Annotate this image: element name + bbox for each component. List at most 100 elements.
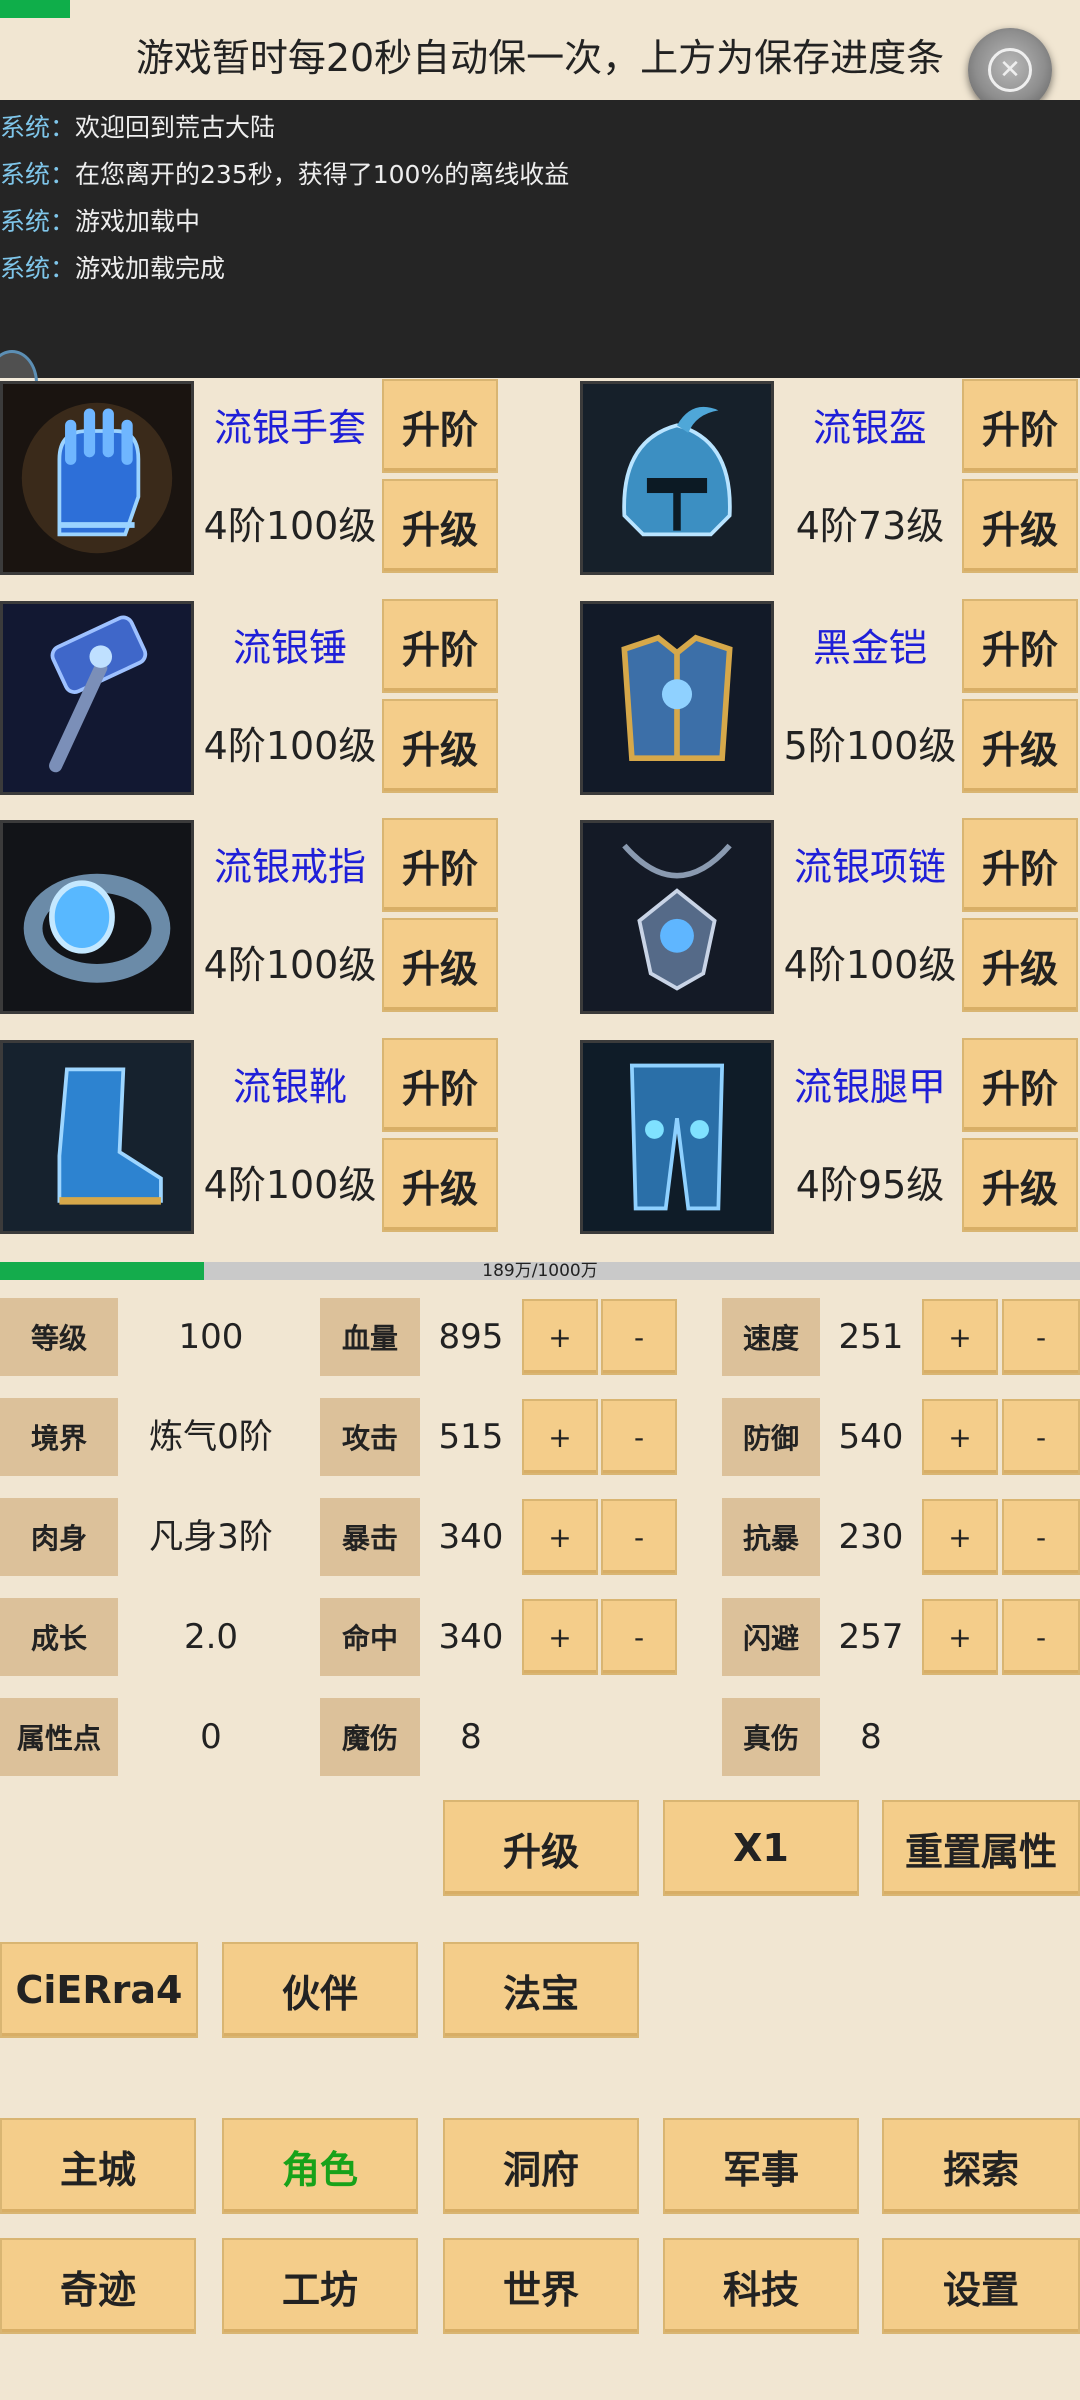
equipment-name: 黑金铠 [812,626,927,670]
equipment-level: 5阶100级 [783,724,957,768]
nav-row2-item-1[interactable]: 工坊 [222,2238,418,2334]
stat-label: 抗暴 [722,1498,820,1576]
helmet-icon[interactable] [580,381,774,575]
equipment-level: 4阶100级 [203,724,377,768]
nav-row2-item-3[interactable]: 科技 [663,2238,859,2334]
log-line: 系统：欢迎回到荒古大陆 [0,113,276,142]
equipment-name: 流银手套 [213,406,366,450]
boots-icon[interactable] [0,1040,194,1234]
log-line: 系统：在您离开的235秒，获得了100%的离线收益 [0,160,570,189]
increase-button[interactable]: + [922,1299,998,1375]
nav-row1-item-0[interactable]: 主城 [0,2118,196,2214]
reset-attributes-button[interactable]: 重置属性 [882,1800,1080,1896]
stat-value: 895 [438,1317,504,1357]
stat-label: 魔伤 [320,1698,420,1776]
decrease-button[interactable]: - [601,1599,677,1675]
nav-row2-item-4[interactable]: 设置 [882,2238,1080,2334]
stat-value: 257 [838,1617,904,1657]
decrease-button[interactable]: - [601,1399,677,1475]
upgrade-level-button[interactable]: 升级 [962,699,1078,793]
upgrade-button[interactable]: 升级 [443,1800,639,1896]
stat-value: 340 [438,1617,504,1657]
stat-label: 防御 [722,1398,820,1476]
decrease-button[interactable]: - [1002,1499,1080,1575]
stat-label: 成长 [0,1598,118,1676]
equipment-level: 4阶100级 [203,943,377,987]
stat-value: 340 [438,1517,504,1557]
nav-row1-item-1[interactable]: 角色 [222,2118,418,2214]
nav-row2-item-2[interactable]: 世界 [443,2238,639,2334]
stat-value: 炼气0阶 [149,1417,273,1457]
save-progress-bar [0,0,71,18]
upgrade-level-button[interactable]: 升级 [382,918,498,1012]
upgrade-level-button[interactable]: 升级 [382,479,498,573]
stat-value: 2.0 [183,1617,239,1657]
increase-button[interactable]: + [922,1499,998,1575]
upgrade-level-button[interactable]: 升级 [962,479,1078,573]
advance-button[interactable]: 升阶 [382,1038,498,1132]
nav-row1-item-4[interactable]: 探索 [882,2118,1080,2214]
increase-button[interactable]: + [522,1299,598,1375]
upgrade-level-button[interactable]: 升级 [962,918,1078,1012]
nav-row1-item-3[interactable]: 军事 [663,2118,859,2214]
leggings-icon[interactable] [580,1040,774,1234]
stat-value: 540 [838,1417,904,1457]
equipment-name: 流银锤 [232,626,347,670]
stat-value: 230 [838,1517,904,1557]
advance-button[interactable]: 升阶 [962,599,1078,693]
ring-icon[interactable] [0,820,194,1014]
increase-button[interactable]: + [522,1499,598,1575]
stat-label: 命中 [320,1598,420,1676]
stat-value: 251 [838,1317,904,1357]
equipment-level: 4阶100级 [203,1163,377,1207]
advance-button[interactable]: 升阶 [382,599,498,693]
advance-button[interactable]: 升阶 [962,818,1078,912]
experience-text: 189万/1000万 [482,1261,598,1281]
advance-button[interactable]: 升阶 [962,379,1078,473]
decrease-button[interactable]: - [1002,1299,1080,1375]
log-line: 系统：游戏加载中 [0,207,201,236]
stat-value: 8 [460,1717,482,1757]
armor-icon[interactable] [580,601,774,795]
equipment-name: 流银项链 [793,845,946,889]
upgrade-level-button[interactable]: 升级 [382,1138,498,1232]
partner-tab[interactable]: 伙伴 [222,1942,418,2038]
upgrade-level-button[interactable]: 升级 [962,1138,1078,1232]
stat-label: 肉身 [0,1498,118,1576]
stat-label: 攻击 [320,1398,420,1476]
advance-button[interactable]: 升阶 [962,1038,1078,1132]
hammer-icon[interactable] [0,601,194,795]
nav-row2-item-0[interactable]: 奇迹 [0,2238,196,2334]
treasure-tab[interactable]: 法宝 [443,1942,639,2038]
decrease-button[interactable]: - [601,1499,677,1575]
equipment-level: 4阶95级 [795,1163,945,1207]
increase-button[interactable]: + [922,1599,998,1675]
increase-button[interactable]: + [522,1399,598,1475]
gauntlet-icon[interactable] [0,381,194,575]
character-tab-name[interactable]: CiERra4 [0,1942,198,2038]
decrease-button[interactable]: - [1002,1399,1080,1475]
equipment-level: 4阶73级 [795,504,945,548]
advance-button[interactable]: 升阶 [382,379,498,473]
stat-label: 真伤 [722,1698,820,1776]
stat-label: 速度 [722,1298,820,1376]
nav-row1-item-2[interactable]: 洞府 [443,2118,639,2214]
autosave-notice: 游戏暂时每20秒自动保一次，上方为保存进度条 [135,36,945,80]
equipment-name: 流银戒指 [213,845,366,889]
multiplier-button[interactable]: X1 [663,1800,859,1896]
increase-button[interactable]: + [922,1399,998,1475]
equipment-level: 4阶100级 [783,943,957,987]
stat-label: 血量 [320,1298,420,1376]
necklace-icon[interactable] [580,820,774,1014]
decrease-button[interactable]: - [601,1299,677,1375]
stat-label: 暴击 [320,1498,420,1576]
log-line: 系统：游戏加载完成 [0,254,226,283]
equipment-name: 流银腿甲 [793,1065,946,1109]
advance-button[interactable]: 升阶 [382,818,498,912]
increase-button[interactable]: + [522,1599,598,1675]
upgrade-level-button[interactable]: 升级 [382,699,498,793]
stat-value: 凡身3阶 [149,1517,273,1557]
stat-value: 8 [860,1717,882,1757]
stat-label: 等级 [0,1298,118,1376]
decrease-button[interactable]: - [1002,1599,1080,1675]
